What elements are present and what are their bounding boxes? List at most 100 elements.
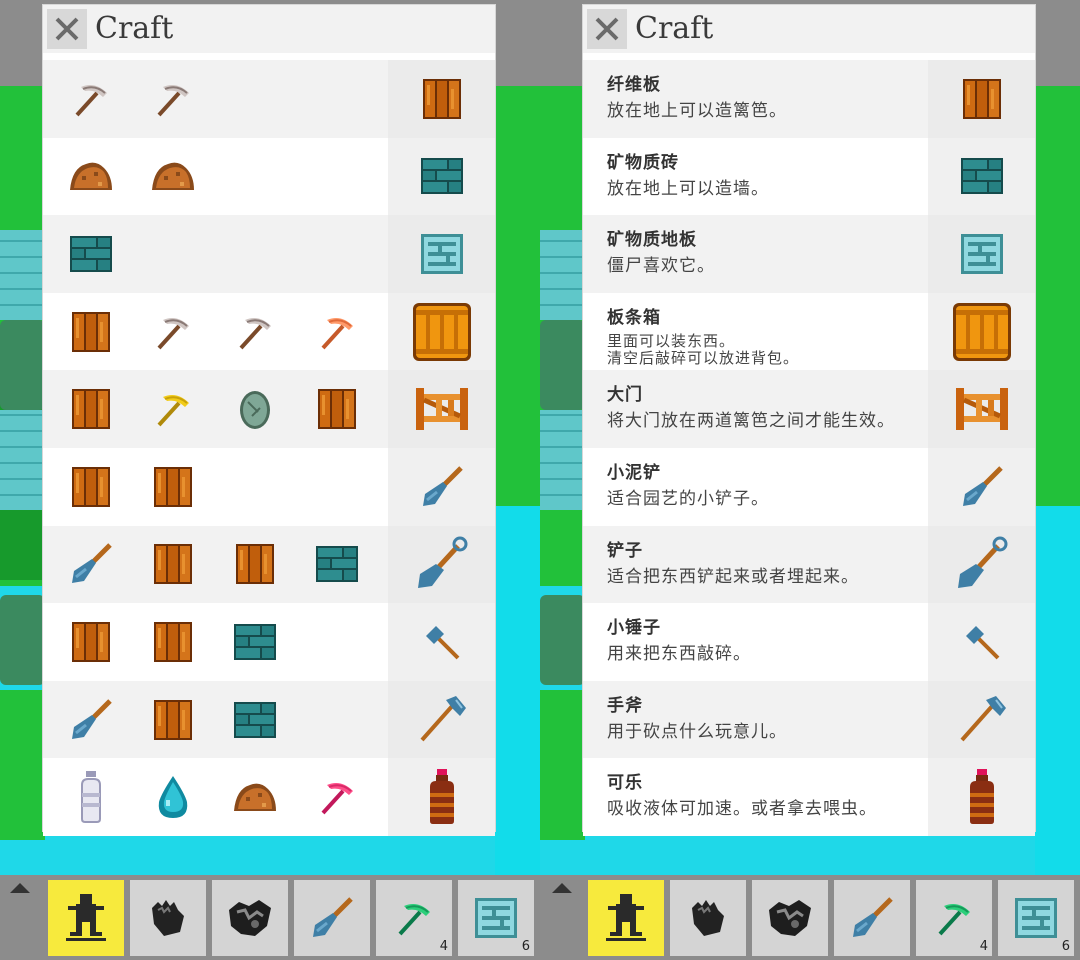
craft-result-cola-bottle-icon[interactable]	[928, 758, 1035, 836]
craft-result-shovel-icon[interactable]	[388, 525, 495, 604]
close-button[interactable]	[587, 9, 627, 49]
grass-field	[495, 86, 540, 506]
mossy-rock	[540, 320, 585, 410]
hotbar-slot[interactable]: 4	[916, 880, 992, 956]
stone-egg-icon	[232, 386, 278, 432]
hotbar-slot[interactable]	[752, 880, 828, 956]
brick-wall	[540, 230, 585, 320]
item-name: 板条箱	[607, 307, 661, 328]
brick-wall	[0, 410, 45, 510]
recipe-row[interactable]	[43, 292, 495, 371]
recipe-list	[43, 60, 495, 836]
mineral-brick-icon	[232, 697, 278, 743]
wood-plank-icon	[314, 386, 360, 432]
mossy-rock	[0, 595, 45, 685]
item-row[interactable]: 纤维板 放在地上可以造篱笆。	[583, 60, 1035, 138]
hotbar-expand-arrow[interactable]	[552, 883, 572, 893]
wood-plank-icon	[68, 464, 114, 510]
pickaxe-stone-icon	[232, 309, 278, 355]
ingredient-slots	[43, 681, 388, 759]
craft-result-mineral-floor-icon[interactable]	[928, 215, 1035, 293]
hotbar-slot[interactable]	[294, 880, 370, 956]
hotbar-slot[interactable]	[670, 880, 746, 956]
mineral-floor-icon	[474, 897, 518, 939]
item-description: 适合把东西铲起来或者埋起来。	[607, 566, 859, 587]
craft-result-mineral-floor-icon[interactable]	[388, 215, 495, 293]
recipe-row[interactable]	[43, 370, 495, 448]
craft-result-cola-bottle-icon[interactable]	[388, 758, 495, 836]
craft-result-trowel-icon[interactable]	[928, 447, 1035, 526]
craft-result-trowel-icon[interactable]	[388, 447, 495, 526]
craft-result-gate-icon[interactable]	[388, 370, 495, 448]
craft-result-mineral-brick-icon[interactable]	[388, 137, 495, 216]
dirt-pile-icon	[68, 153, 114, 199]
hotbar-slot[interactable]: 4	[376, 880, 452, 956]
pickaxe-green-icon	[394, 898, 434, 938]
hotbar-slot[interactable]	[588, 880, 664, 956]
wood-plank-icon	[150, 619, 196, 665]
recipe-row[interactable]	[43, 60, 495, 138]
mineral-brick-icon	[68, 231, 114, 277]
title-bar: Craft	[43, 5, 495, 53]
craft-result-axe-icon[interactable]	[928, 680, 1035, 759]
close-icon	[594, 16, 620, 42]
pickaxe-stone-icon	[150, 76, 196, 122]
item-row[interactable]: 矿物质砖 放在地上可以造墙。	[583, 137, 1035, 216]
ingredient-slots	[43, 138, 388, 216]
hotbar-slot[interactable]: 6	[998, 880, 1074, 956]
character-icon	[602, 892, 650, 944]
craft-result-axe-icon[interactable]	[388, 680, 495, 759]
hotbar: 4 6 4 6	[0, 875, 1080, 960]
craft-result-gate-icon[interactable]	[928, 370, 1035, 448]
item-row[interactable]: 小泥铲 适合园艺的小铲子。	[583, 447, 1035, 526]
glove-icon	[686, 896, 730, 940]
hotbar-slot[interactable]: 6	[458, 880, 534, 956]
wood-plank-icon	[68, 386, 114, 432]
trowel-icon	[849, 895, 895, 941]
recipe-row[interactable]	[43, 603, 495, 681]
mineral-floor-icon	[1014, 897, 1058, 939]
craft-result-hammer-icon[interactable]	[388, 603, 495, 681]
close-icon	[54, 16, 80, 42]
item-list: 纤维板 放在地上可以造篱笆。 矿物质砖 放在地上可以造墙。 矿物质地板 僵尸喜欢它。 板条箱…	[583, 60, 1035, 836]
dirt-pile-icon	[232, 774, 278, 820]
item-row[interactable]: 大门 将大门放在两道篱笆之间才能生效。	[583, 370, 1035, 448]
item-description: 用于砍点什么玩意儿。	[607, 721, 787, 742]
hotbar-slot[interactable]	[212, 880, 288, 956]
hotbar-expand-arrow[interactable]	[10, 883, 30, 893]
item-row[interactable]: 铲子 适合把东西铲起来或者埋起来。	[583, 525, 1035, 604]
recipe-row[interactable]	[43, 137, 495, 216]
hotbar-slot[interactable]	[130, 880, 206, 956]
pickaxe-orange-icon	[314, 309, 360, 355]
item-name: 纤维板	[607, 75, 661, 95]
item-description: 用来把东西敲碎。	[607, 644, 751, 665]
item-row[interactable]: 板条箱里面可以装东西。 清空后敲碎可以放进背包。	[583, 292, 1035, 371]
recipe-row[interactable]	[43, 758, 495, 836]
craft-result-crate-icon[interactable]	[928, 292, 1035, 371]
close-button[interactable]	[47, 9, 87, 49]
item-row[interactable]: 小锤子用来把东西敲碎。	[583, 603, 1035, 681]
recipe-row[interactable]	[43, 215, 495, 293]
dirt-pile-icon	[150, 153, 196, 199]
character-icon	[62, 892, 110, 944]
craft-result-wood-plank-icon[interactable]	[388, 60, 495, 138]
item-row[interactable]: 可乐 吸收液体可加速。或者拿去喂虫。	[583, 758, 1035, 836]
item-row[interactable]: 矿物质地板 僵尸喜欢它。	[583, 215, 1035, 293]
item-name: 小锤子	[607, 618, 661, 639]
recipe-row[interactable]	[43, 525, 495, 604]
craft-result-crate-icon[interactable]	[388, 292, 495, 371]
craft-result-wood-plank-icon[interactable]	[928, 60, 1035, 138]
ingredient-slots	[43, 60, 388, 138]
recipe-row[interactable]	[43, 447, 495, 526]
armor-icon	[225, 896, 275, 940]
item-description: 放在地上可以造墙。	[607, 178, 769, 199]
craft-result-hammer-icon[interactable]	[928, 603, 1035, 681]
craft-result-shovel-icon[interactable]	[928, 525, 1035, 604]
hotbar-slot[interactable]	[48, 880, 124, 956]
item-name: 可乐	[607, 773, 643, 794]
craft-result-mineral-brick-icon[interactable]	[928, 137, 1035, 216]
recipe-row[interactable]	[43, 680, 495, 759]
item-description: 里面可以装东西。 清空后敲碎可以放进背包。	[607, 331, 800, 367]
hotbar-slot[interactable]	[834, 880, 910, 956]
item-row[interactable]: 手斧 用于砍点什么玩意儿。	[583, 680, 1035, 759]
